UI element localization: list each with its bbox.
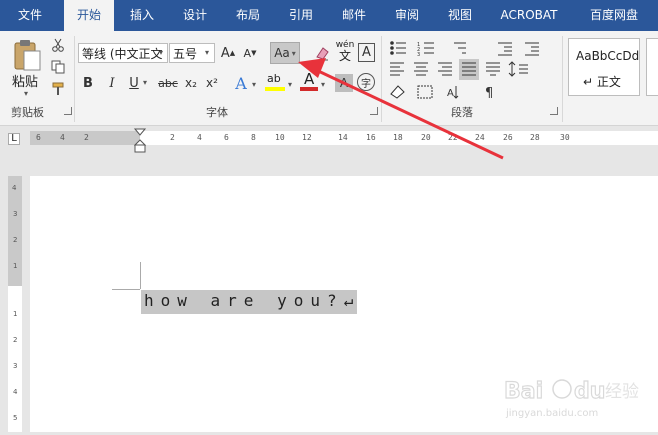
highlight-color-swatch: [265, 87, 285, 91]
cut-icon[interactable]: [49, 36, 67, 54]
svg-text:1: 1: [13, 310, 17, 318]
svg-text:3: 3: [13, 210, 17, 218]
clipboard-group-label: 剪贴板: [11, 106, 44, 119]
tab-design[interactable]: 设计: [170, 0, 220, 31]
style-sample: AaBbCcDd: [576, 49, 640, 63]
document-text[interactable]: how are you?↵: [144, 291, 360, 310]
style-next-tile[interactable]: [646, 38, 658, 96]
ruler-tick-label: 4: [60, 133, 65, 142]
tab-selector-icon[interactable]: L: [8, 133, 20, 145]
tab-file[interactable]: 文件: [0, 0, 60, 31]
paragraph-launcher-icon[interactable]: [550, 107, 558, 115]
tab-view[interactable]: 视图: [435, 0, 485, 31]
svg-text:1: 1: [13, 262, 17, 270]
tab-layout[interactable]: 布局: [223, 0, 273, 31]
underline-dropdown-icon[interactable]: ▾: [143, 78, 147, 87]
format-painter-icon[interactable]: [49, 80, 67, 98]
indent-markers-icon[interactable]: [133, 128, 147, 153]
ruler-tick-label: 8: [251, 133, 256, 142]
font-group-label: 字体: [206, 106, 228, 119]
ruler-tick-label: 2: [84, 133, 89, 142]
text-effects-dropdown-icon[interactable]: ▾: [252, 80, 256, 89]
svg-text:经验: 经验: [605, 382, 639, 402]
highlight-label: ab: [267, 72, 281, 85]
font-size-dropdown-icon[interactable]: ▾: [205, 48, 209, 57]
bold-button[interactable]: B: [80, 73, 96, 93]
tab-baidu-netdisk[interactable]: 百度网盘: [578, 0, 650, 31]
shrink-font-icon[interactable]: A ▼: [242, 44, 258, 62]
ruler-tick-label: 6: [36, 133, 41, 142]
text-effects-button[interactable]: A: [232, 72, 250, 94]
tab-references[interactable]: 引用: [276, 0, 326, 31]
svg-text:Bai: Bai: [504, 379, 543, 404]
svg-text:du: du: [574, 379, 605, 404]
font-name-dropdown-icon[interactable]: ▾: [159, 48, 163, 57]
highlight-button[interactable]: ab: [265, 72, 287, 94]
strikethrough-button[interactable]: abc: [157, 73, 179, 93]
svg-text:2: 2: [13, 236, 17, 244]
font-name-box[interactable]: 等线 (中文正文: [78, 43, 168, 63]
font-size-value: 五号: [173, 47, 198, 61]
superscript-button[interactable]: x²: [203, 73, 221, 93]
margin-corner-mark: [112, 289, 140, 290]
svg-text:4: 4: [13, 388, 18, 396]
italic-button[interactable]: I: [104, 73, 120, 93]
tab-acrobat[interactable]: ACROBAT: [490, 0, 568, 31]
ruler-tick-label: 2: [170, 133, 175, 142]
tab-review[interactable]: 审阅: [382, 0, 432, 31]
margin-corner-mark: [140, 262, 141, 289]
ruler-tick-label: 30: [560, 133, 570, 142]
style-normal-tile[interactable]: AaBbCcDd ↵ 正文: [568, 38, 640, 96]
red-arrow-annotation: [290, 52, 510, 162]
svg-text:3: 3: [13, 362, 17, 370]
font-name-value: 等线 (中文正文: [82, 47, 163, 61]
tab-insert[interactable]: 插入: [118, 0, 166, 31]
svg-text:jingyan.baidu.com: jingyan.baidu.com: [505, 408, 598, 419]
svg-text:4: 4: [12, 184, 17, 192]
style-name: ↵ 正文: [583, 75, 621, 89]
copy-icon[interactable]: [49, 58, 67, 76]
underline-button[interactable]: U: [126, 73, 142, 93]
ruler-tick-label: 6: [224, 133, 229, 142]
svg-text:5: 5: [13, 414, 17, 422]
paste-icon[interactable]: [10, 38, 44, 72]
clipboard-launcher-icon[interactable]: [64, 107, 72, 115]
paste-label[interactable]: 粘贴: [12, 71, 38, 90]
group-divider: [562, 36, 563, 122]
baidu-jingyan-watermark: Bai du 经验 jingyan.baidu.com: [502, 372, 652, 422]
tab-mailings[interactable]: 邮件: [329, 0, 379, 31]
subscript-button[interactable]: x₂: [182, 73, 200, 93]
tab-home[interactable]: 开始: [64, 0, 114, 31]
svg-text:2: 2: [13, 336, 17, 344]
group-divider: [74, 36, 75, 122]
ruler-tick-label: 28: [530, 133, 540, 142]
vertical-ruler-ticks: 4 3 2 1 1 2 3 4 5: [10, 176, 20, 432]
grow-font-icon[interactable]: A ▲: [220, 44, 236, 62]
ruler-tick-label: 4: [197, 133, 202, 142]
ruler-tick-label: 10: [275, 133, 285, 142]
paste-dropdown-icon[interactable]: ▾: [24, 89, 28, 98]
